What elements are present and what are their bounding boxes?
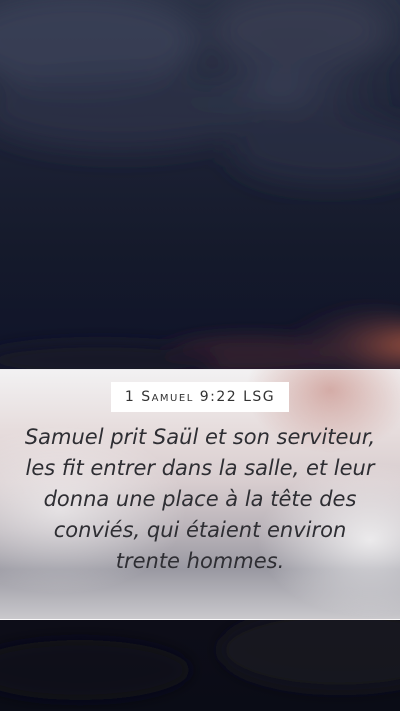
bottom-clouds [0,610,400,700]
verse-reference: 1 Samuel 9:22 LSG [124,389,276,405]
wallpaper-background: 1 Samuel 9:22 LSG Samuel prit Saül et so… [0,0,400,711]
verse-text: Samuel prit Saül et son serviteur, les f… [24,425,376,573]
verse-panel: 1 Samuel 9:22 LSG Samuel prit Saül et so… [0,369,400,620]
upper-clouds [0,0,400,185]
verse-reference-badge: 1 Samuel 9:22 LSG [111,382,289,412]
